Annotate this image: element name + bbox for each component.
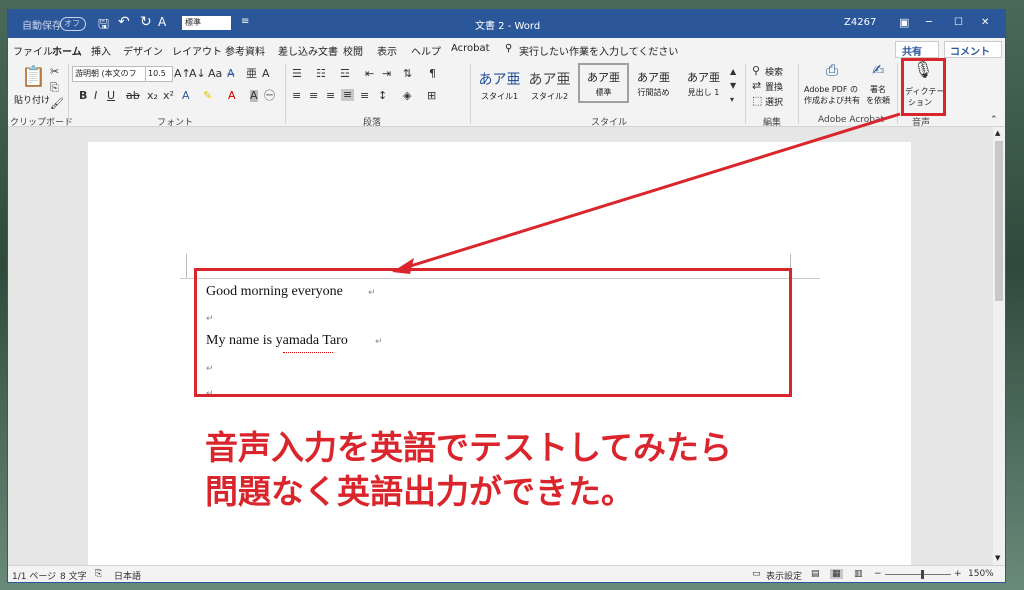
- arrow-head: [392, 258, 414, 274]
- annotation-line-1: 音声入力を英語でテストしてみたら: [205, 428, 733, 467]
- arrow-line: [403, 112, 901, 270]
- annotation-line-2: 問題なく英語出力ができた。: [205, 472, 634, 511]
- annotation-text: 音声入力を英語でテストしてみたら 問題なく英語出力ができた。: [205, 426, 732, 514]
